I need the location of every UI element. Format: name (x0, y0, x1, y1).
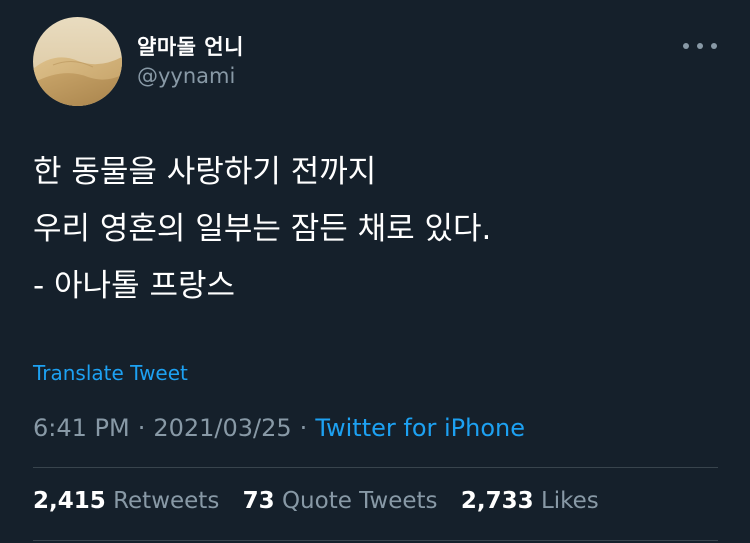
tweet-time[interactable]: 6:41 PM (33, 414, 130, 442)
avatar[interactable] (33, 17, 122, 106)
divider (33, 540, 718, 541)
tweet-meta: 6:41 PM · 2021/03/25 · Twitter for iPhone (33, 414, 525, 442)
more-options-icon[interactable] (683, 38, 717, 54)
tweet-line: - 아나톨 프랑스 (33, 268, 236, 304)
tweet-card: 얄마돌 언니 @yynami 한 동물을 사랑하기 전까지 우리 영혼의 일부는… (0, 0, 750, 543)
divider (33, 467, 718, 468)
more-dot (683, 43, 689, 49)
quote-tweets-count: 73 (242, 488, 275, 514)
retweets-count: 2,415 (33, 488, 106, 514)
quote-tweets-label: Quote Tweets (281, 488, 438, 514)
tweet-line: 우리 영혼의 일부는 잠든 채로 있다. (33, 211, 492, 247)
tweet-source-link[interactable]: Twitter for iPhone (315, 414, 525, 442)
user-handle[interactable]: @yynami (137, 64, 235, 88)
quote-tweets-stat[interactable]: 73 Quote Tweets (243, 488, 438, 514)
tweet-stats: 2,415 Retweets 73 Quote Tweets 2,733 Lik… (33, 488, 615, 514)
translate-tweet-link[interactable]: Translate Tweet (33, 361, 188, 385)
likes-stat[interactable]: 2,733 Likes (461, 488, 599, 514)
retweets-label: Retweets (113, 488, 220, 514)
meta-separator: · (137, 414, 146, 442)
more-dot (697, 43, 703, 49)
meta-separator: · (299, 414, 308, 442)
likes-label: Likes (540, 488, 599, 514)
likes-count: 2,733 (460, 488, 534, 514)
tweet-line: 한 동물을 사랑하기 전까지 (33, 154, 377, 190)
more-dot (711, 43, 717, 49)
tweet-text: 한 동물을 사랑하기 전까지 우리 영혼의 일부는 잠든 채로 있다. - 아나… (33, 144, 713, 315)
retweets-stat[interactable]: 2,415 Retweets (33, 488, 219, 514)
desert-dune-icon (33, 17, 122, 106)
tweet-date[interactable]: 2021/03/25 (153, 414, 291, 442)
display-name[interactable]: 얄마돌 언니 (137, 31, 244, 61)
